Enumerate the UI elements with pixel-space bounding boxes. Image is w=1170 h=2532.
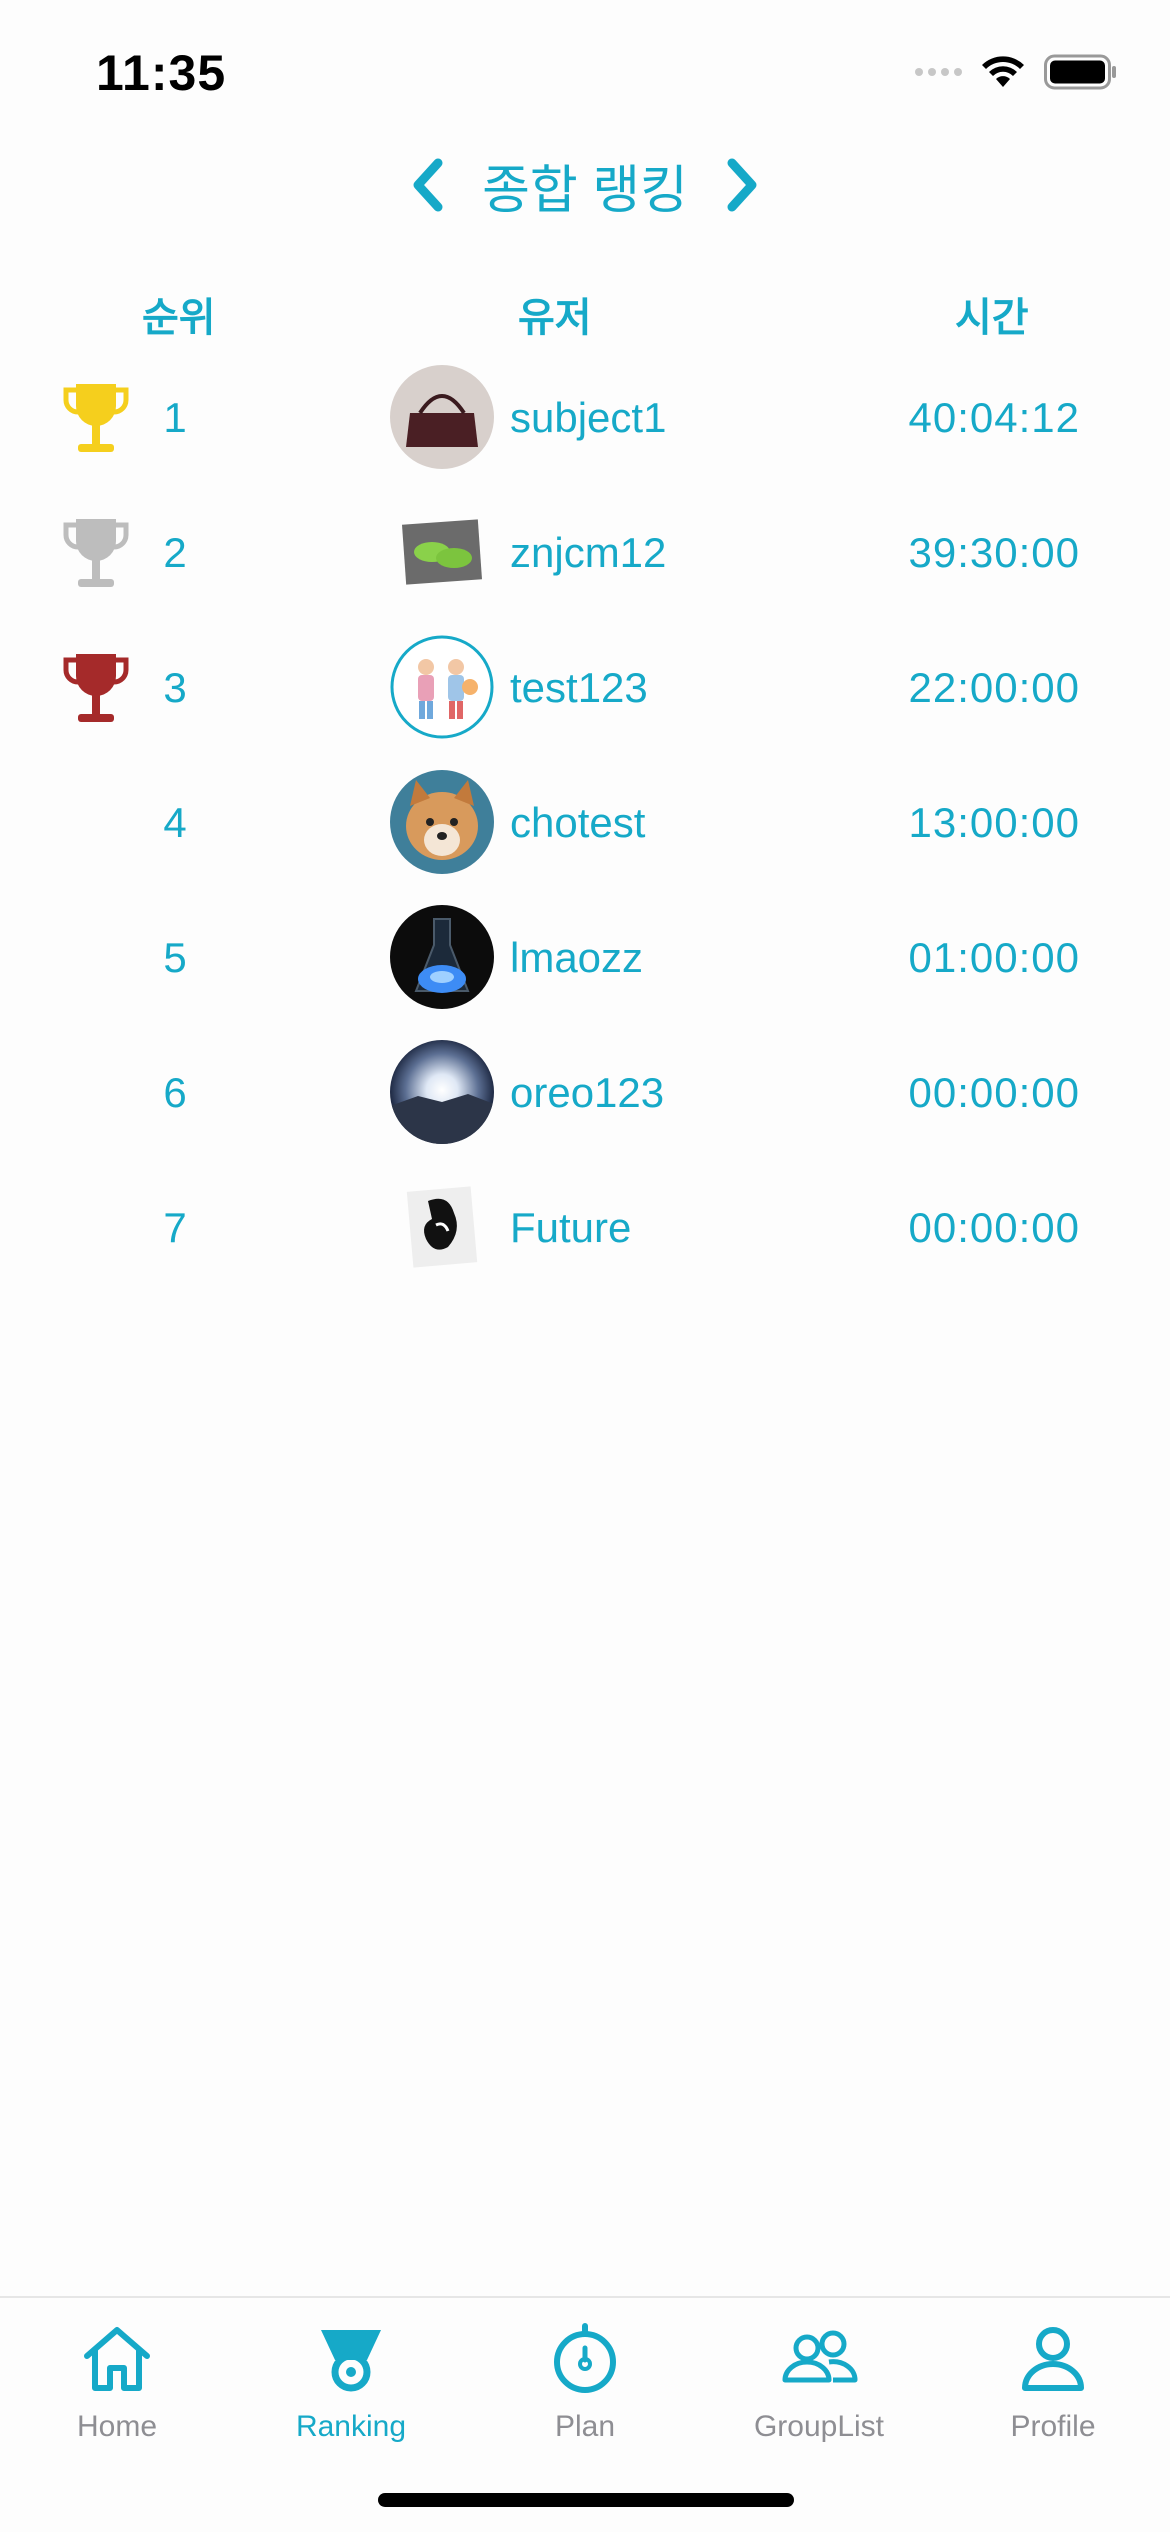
study-time: 39:30:00	[908, 529, 1080, 576]
profile-icon	[1022, 2327, 1084, 2391]
avatar	[390, 635, 494, 739]
avatar	[390, 905, 494, 1009]
previous-button[interactable]	[402, 150, 454, 220]
tab-label: Plan	[554, 2410, 616, 2443]
username: znjcm12	[510, 529, 667, 576]
silver-trophy-icon	[63, 519, 129, 587]
home-indicator	[378, 2493, 794, 2507]
user-column-header: 유저	[518, 296, 592, 340]
ranking-row[interactable]: 5 lmaozz 01:00:00	[0, 900, 1170, 1035]
rank-number: 4	[163, 799, 187, 846]
username: Future	[510, 1204, 632, 1251]
rank-number: 3	[163, 664, 187, 711]
tab-label: GroupList	[753, 2410, 885, 2443]
chevron-right-icon	[727, 158, 757, 212]
rank-number: 7	[163, 1204, 187, 1251]
study-time: 00:00:00	[908, 1204, 1080, 1251]
tab-grouplist[interactable]: GroupList	[702, 2318, 936, 2444]
time-column-header: 시간	[955, 296, 1029, 340]
tab-home[interactable]: Home	[0, 2318, 234, 2444]
tab-label: Ranking	[295, 2410, 407, 2443]
ranking-row[interactable]: 2 znjcm12 39:30:00	[0, 495, 1170, 630]
status-time: 11:35	[96, 45, 227, 101]
cellular-signal-icon	[915, 68, 962, 76]
study-time: 22:00:00	[908, 664, 1080, 711]
rank-number: 6	[163, 1069, 187, 1116]
ranking-row[interactable]: 6 oreo123 00:00:00	[0, 1035, 1170, 1170]
wifi-icon	[982, 56, 1024, 87]
ranking-row[interactable]: 3 test123 22:00:00	[0, 630, 1170, 765]
rank-column-header: 순위	[142, 296, 216, 340]
status-bar: 11:35	[0, 0, 1170, 140]
home-icon	[84, 2327, 150, 2391]
rank-number: 5	[163, 934, 187, 981]
rank-number: 2	[163, 529, 187, 576]
battery-icon	[1044, 54, 1116, 90]
next-button[interactable]	[716, 150, 768, 220]
ranking-list: 1 subject1 40:04:12 2 znjcm12 39:30:00 3…	[0, 360, 1170, 1305]
username: chotest	[510, 799, 646, 846]
gold-trophy-icon	[63, 384, 129, 452]
avatar	[390, 500, 494, 604]
study-time: 13:00:00	[908, 799, 1080, 846]
tab-label: Home	[76, 2410, 158, 2443]
username: oreo123	[510, 1069, 665, 1116]
avatar	[390, 770, 494, 874]
avatar	[390, 1175, 494, 1279]
study-time: 40:04:12	[908, 394, 1080, 441]
page-title: 종합 랭킹	[482, 161, 688, 220]
avatar	[390, 1040, 494, 1144]
study-time: 01:00:00	[908, 934, 1080, 981]
stopwatch-icon	[554, 2323, 616, 2393]
ranking-row[interactable]: 1 subject1 40:04:12	[0, 360, 1170, 495]
username: test123	[510, 664, 648, 711]
tab-plan[interactable]: Plan	[468, 2318, 702, 2444]
tab-ranking[interactable]: Ranking	[234, 2318, 468, 2444]
avatar	[390, 365, 494, 469]
ranking-icon	[321, 2330, 381, 2392]
study-time: 00:00:00	[908, 1069, 1080, 1116]
ranking-row[interactable]: 4 chotest 13:00:00	[0, 765, 1170, 900]
ranking-header: 종합 랭킹	[0, 140, 1170, 230]
chevron-left-icon	[413, 158, 443, 212]
tab-label: Profile	[1010, 2410, 1096, 2443]
group-icon	[782, 2330, 858, 2383]
bronze-trophy-icon	[63, 654, 129, 722]
ranking-row[interactable]: 7 Future 00:00:00	[0, 1170, 1170, 1305]
tab-profile[interactable]: Profile	[936, 2318, 1170, 2444]
status-icons	[915, 54, 1118, 90]
username: lmaozz	[510, 934, 644, 981]
username: subject1	[510, 394, 667, 441]
rank-number: 1	[163, 394, 187, 441]
